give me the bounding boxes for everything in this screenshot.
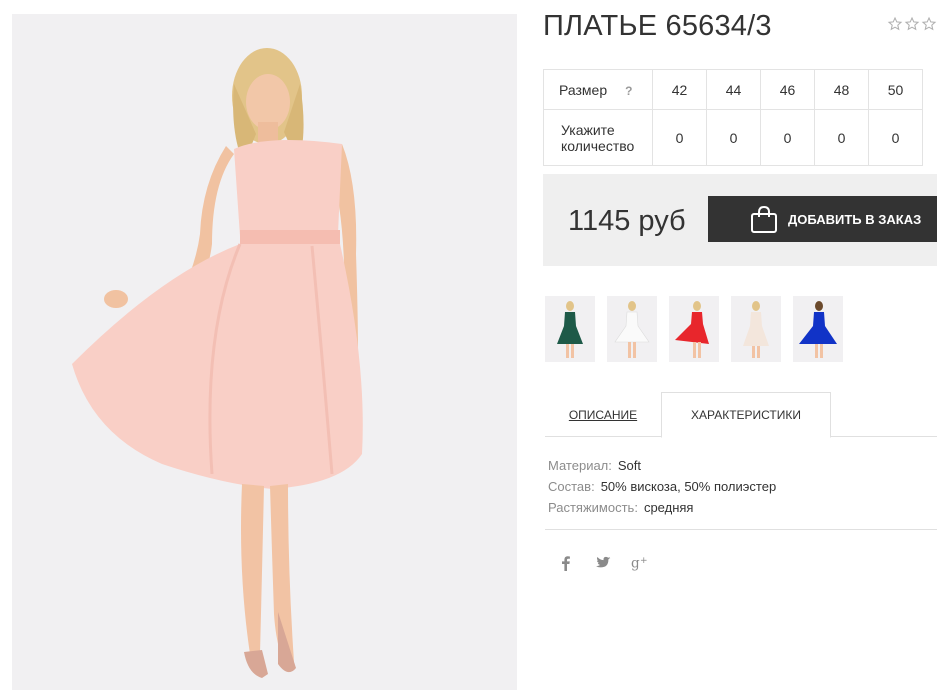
social-share: g +	[557, 553, 649, 573]
add-to-order-button[interactable]: ДОБАВИТЬ В ЗАКАЗ	[708, 196, 937, 242]
color-variants	[545, 296, 843, 362]
characteristic-value: Soft	[617, 458, 642, 473]
tab-description[interactable]: ОПИСАНИЕ	[545, 392, 661, 437]
divider	[545, 529, 937, 530]
characteristic-row: Растяжимость: средняя	[548, 497, 776, 518]
rating-stars[interactable]	[887, 16, 937, 32]
size-help-icon[interactable]: ?	[625, 84, 632, 98]
facebook-icon[interactable]	[557, 553, 575, 573]
svg-text:+: +	[640, 556, 648, 566]
shopping-bag-icon	[751, 205, 777, 233]
characteristic-value: средняя	[643, 500, 694, 515]
dress-thumbnail-image	[545, 296, 595, 362]
quantity-input-42[interactable]: 0	[652, 109, 707, 166]
star-outline-icon[interactable]	[904, 16, 920, 32]
color-variant-green[interactable]	[545, 296, 595, 362]
google-plus-icon[interactable]: g +	[631, 553, 649, 573]
quantity-label-line2: количество	[561, 137, 635, 154]
star-outline-icon[interactable]	[887, 16, 903, 32]
characteristic-value: 50% вискоза, 50% полиэстер	[600, 479, 777, 494]
characteristics-list: Материал: Soft Состав: 50% вискоза, 50% по…	[548, 455, 776, 518]
characteristic-row: Состав: 50% вискоза, 50% полиэстер	[548, 476, 776, 497]
color-variant-white[interactable]	[607, 296, 657, 362]
svg-text:g: g	[631, 556, 640, 572]
color-variant-red[interactable]	[669, 296, 719, 362]
size-cell-44: 44	[706, 69, 761, 110]
color-variant-blue[interactable]	[793, 296, 843, 362]
size-label: Размер	[559, 81, 608, 98]
product-main-image[interactable]	[12, 14, 517, 690]
characteristic-row: Материал: Soft	[548, 455, 776, 476]
size-quantity-table: Размер? 42 44 46 48 50 Укажите количеств…	[543, 69, 923, 166]
size-cell-48: 48	[814, 69, 869, 110]
dress-thumbnail-image	[669, 296, 719, 362]
twitter-icon[interactable]	[594, 553, 612, 573]
tab-characteristics[interactable]: ХАРАКТЕРИСТИКИ	[661, 392, 831, 438]
characteristic-key: Растяжимость:	[548, 500, 638, 515]
size-label-cell: Размер?	[543, 69, 653, 110]
product-title: ПЛАТЬЕ 65634/3	[543, 10, 772, 42]
dress-model-illustration	[12, 14, 517, 690]
product-price: 1145 руб	[568, 205, 686, 237]
dress-thumbnail-image	[793, 296, 843, 362]
product-tabs: ОПИСАНИЕ ХАРАКТЕРИСТИКИ	[545, 392, 937, 438]
price-box: 1145 руб ДОБАВИТЬ В ЗАКАЗ	[543, 174, 937, 266]
add-to-order-label: ДОБАВИТЬ В ЗАКАЗ	[788, 212, 922, 227]
size-cell-50: 50	[868, 69, 923, 110]
quantity-input-48[interactable]: 0	[814, 109, 869, 166]
dress-thumbnail-image	[731, 296, 781, 362]
quantity-input-50[interactable]: 0	[868, 109, 923, 166]
size-cell-46: 46	[760, 69, 815, 110]
quantity-input-44[interactable]: 0	[706, 109, 761, 166]
star-outline-icon[interactable]	[921, 16, 937, 32]
size-row: Размер? 42 44 46 48 50	[543, 69, 923, 110]
color-variant-cream[interactable]	[731, 296, 781, 362]
quantity-label-cell: Укажите количество	[543, 109, 653, 166]
quantity-row: Укажите количество 0 0 0 0 0	[543, 109, 923, 166]
quantity-input-46[interactable]: 0	[760, 109, 815, 166]
dress-thumbnail-image	[607, 296, 657, 362]
quantity-label-line1: Укажите	[561, 121, 615, 138]
characteristic-key: Материал:	[548, 458, 612, 473]
size-cell-42: 42	[652, 69, 707, 110]
characteristic-key: Состав:	[548, 479, 595, 494]
